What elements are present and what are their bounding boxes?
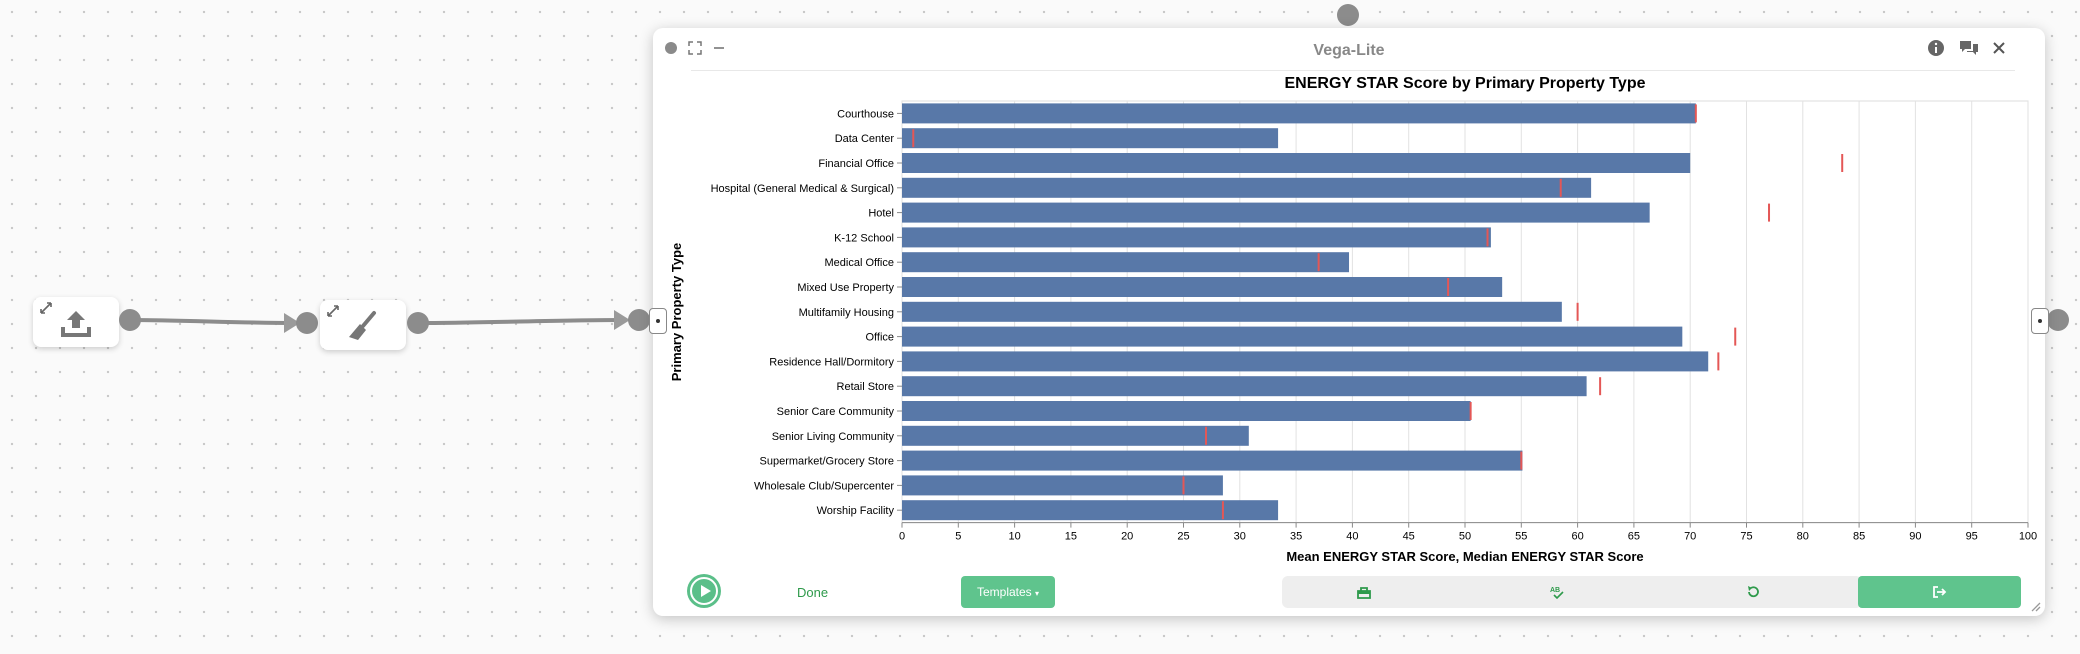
y-tick-label: K-12 School (834, 232, 894, 244)
upload-node[interactable] (33, 297, 119, 347)
expand-icon[interactable] (326, 304, 340, 318)
mean-bar (902, 351, 1709, 372)
x-tick-label: 50 (1459, 531, 1471, 543)
x-tick-label: 45 (1403, 531, 1415, 543)
done-status: Done (797, 585, 829, 600)
chart-title: ENERGY STAR Score by Primary Property Ty… (1284, 75, 1645, 92)
vega-top-port[interactable] (1337, 4, 1359, 26)
x-tick-label: 95 (1966, 531, 1978, 543)
y-tick-label: Worship Facility (817, 505, 895, 517)
spellcheck-icon[interactable]: AB (1550, 585, 1564, 599)
energy-star-chart: ENERGY STAR Score by Primary Property Ty… (669, 75, 2037, 564)
x-tick-label: 10 (1008, 531, 1020, 543)
y-tick-label: Residence Hall/Dormitory (769, 356, 894, 368)
x-tick-label: 75 (1740, 531, 1752, 543)
caret-down-icon: ▾ (1035, 589, 1040, 598)
mean-bar (902, 277, 1503, 297)
resize-handle-icon[interactable] (2029, 600, 2041, 612)
run-button[interactable] (687, 574, 721, 608)
y-tick-label: Data Center (835, 133, 895, 145)
export-button[interactable] (1858, 576, 2021, 608)
y-tick-label: Multifamily Housing (799, 307, 894, 319)
x-tick-label: 15 (1065, 531, 1077, 543)
y-tick-label: Retail Store (837, 381, 894, 393)
x-tick-label: 5 (955, 531, 961, 543)
mean-bar (902, 227, 1491, 248)
editor-toolbar: AB (1282, 576, 1862, 608)
x-tick-label: 55 (1515, 531, 1527, 543)
vega-output-port[interactable] (2047, 309, 2069, 331)
mean-bar (902, 252, 1350, 273)
mean-bar (902, 128, 1279, 149)
x-axis-title: Mean ENERGY STAR Score, Median ENERGY ST… (1286, 549, 1643, 564)
x-tick-label: 60 (1571, 531, 1583, 543)
x-tick-label: 100 (2019, 531, 2037, 543)
mean-bar (902, 177, 1592, 198)
y-tick-label: Senior Living Community (772, 431, 895, 443)
templates-button[interactable]: Templates ▾ (961, 576, 1055, 608)
export-icon (1933, 586, 1947, 598)
mean-bar (902, 301, 1562, 322)
clean-node[interactable] (320, 300, 406, 350)
y-tick-label: Wholesale Club/Supercenter (754, 480, 894, 492)
mean-bar (902, 103, 1696, 124)
x-tick-label: 65 (1628, 531, 1640, 543)
mean-bar (902, 376, 1587, 397)
y-tick-label: Hotel (868, 208, 894, 220)
y-tick-label: Courthouse (837, 108, 894, 120)
x-tick-label: 40 (1346, 531, 1358, 543)
mean-bar (902, 500, 1279, 521)
vega-input-port[interactable] (628, 309, 650, 331)
x-tick-label: 90 (1909, 531, 1921, 543)
x-tick-label: 25 (1177, 531, 1189, 543)
y-axis-title: Primary Property Type (669, 243, 684, 381)
y-tick-label: Senior Care Community (777, 406, 895, 418)
x-tick-label: 0 (899, 531, 905, 543)
vega-lite-panel: Vega-Lite ENERGY STAR Score by Primary P… (649, 28, 2049, 616)
x-tick-label: 35 (1290, 531, 1302, 543)
x-tick-label: 20 (1121, 531, 1133, 543)
mean-bar (902, 326, 1683, 347)
clean-output-port[interactable] (407, 312, 429, 334)
svg-text:AB: AB (1550, 587, 1560, 594)
expand-icon[interactable] (39, 301, 53, 315)
upload-output-port[interactable] (119, 309, 141, 331)
clean-input-port[interactable] (296, 312, 318, 334)
x-tick-label: 30 (1234, 531, 1246, 543)
mean-bar (902, 425, 1249, 446)
y-tick-label: Mixed Use Property (797, 282, 894, 294)
mean-bar (902, 475, 1223, 496)
y-tick-label: Office (865, 332, 894, 344)
x-tick-label: 80 (1797, 531, 1809, 543)
upload-icon (61, 311, 91, 337)
y-tick-label: Hospital (General Medical & Surgical) (711, 183, 894, 195)
play-icon (690, 577, 718, 605)
mean-bar (902, 153, 1691, 173)
x-tick-label: 70 (1684, 531, 1696, 543)
y-tick-label: Financial Office (818, 158, 894, 170)
mean-bar (902, 202, 1650, 223)
y-tick-label: Medical Office (825, 257, 895, 269)
mean-bar (902, 401, 1471, 421)
broom-icon (349, 311, 376, 340)
y-tick-label: Supermarket/Grocery Store (760, 456, 895, 468)
templates-label: Templates (976, 585, 1032, 599)
x-tick-label: 85 (1853, 531, 1865, 543)
mean-bar (902, 450, 1523, 471)
box-icon[interactable] (1357, 585, 1371, 599)
undo-icon[interactable] (1746, 585, 1760, 599)
